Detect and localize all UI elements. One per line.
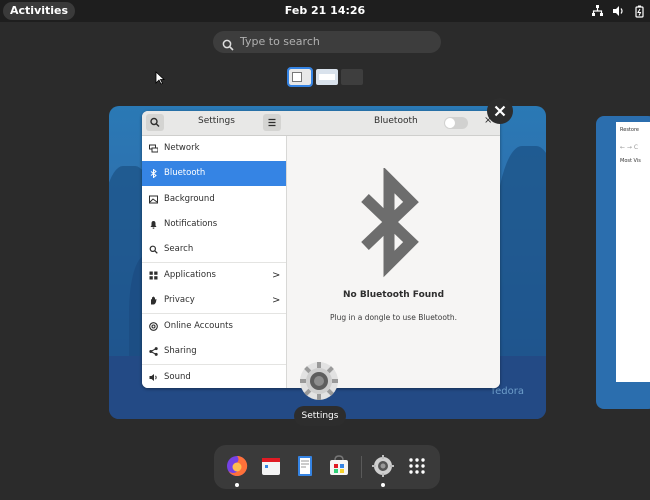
- sidebar-item-label: Bluetooth: [164, 168, 206, 178]
- settings-icon[interactable]: [371, 454, 395, 487]
- toggle-knob: [445, 118, 455, 128]
- workspace-thumbnail-3[interactable]: [341, 69, 363, 85]
- sidebar-item-applications[interactable]: Applications >: [142, 263, 286, 288]
- battery-icon: [633, 3, 646, 18]
- search-button[interactable]: [146, 114, 164, 131]
- sidebar-item-label: Sound: [164, 372, 191, 382]
- workspace-window-preview: [319, 74, 335, 80]
- top-bar: Activities Feb 21 14:26: [0, 0, 650, 22]
- bluetooth-icon: [150, 169, 157, 178]
- sidebar-item-sound[interactable]: Sound: [142, 365, 286, 388]
- search-icon: [150, 117, 160, 127]
- sidebar-item-online-accounts[interactable]: Online Accounts: [142, 314, 286, 339]
- search-icon: [149, 245, 158, 254]
- sidebar-item-sharing[interactable]: Sharing: [142, 339, 286, 364]
- chevron-right-icon: >: [272, 295, 281, 306]
- close-window-button[interactable]: [487, 98, 513, 124]
- network-icon: [591, 3, 604, 17]
- running-indicator: [381, 483, 385, 487]
- sidebar-item-bluetooth[interactable]: Bluetooth: [142, 161, 286, 186]
- hamburger-menu-icon: [268, 118, 276, 127]
- firefox-icon[interactable]: [225, 454, 249, 487]
- browser-tab-title: Restore: [620, 127, 639, 133]
- hand-icon: [151, 296, 157, 305]
- bell-icon: [150, 221, 157, 229]
- settings-app-icon: [297, 359, 341, 403]
- header-bar: Settings Bluetooth ×: [142, 111, 500, 136]
- sidebar-item-search[interactable]: Search: [142, 237, 286, 262]
- chevron-right-icon: >: [272, 270, 281, 281]
- volume-icon: [612, 3, 625, 17]
- sidebar-item-label: Background: [164, 194, 215, 204]
- dock-separator: [361, 456, 362, 478]
- empty-state-subtitle: Plug in a dongle to use Bluetooth.: [329, 313, 458, 322]
- browser-page: Restore ← → C Most Vis: [616, 122, 650, 382]
- workspace-thumbnail-2[interactable]: [316, 69, 338, 85]
- sidebar-item-label: Notifications: [164, 219, 218, 229]
- share-icon: [149, 347, 158, 356]
- browser-most-visited: Most Vis: [620, 158, 641, 164]
- workspace-thumbnail-1[interactable]: [287, 67, 313, 87]
- menu-button[interactable]: [263, 114, 281, 131]
- window-caption: Settings: [294, 406, 346, 426]
- panel-title: Bluetooth: [374, 116, 418, 126]
- sidebar-item-label: Search: [164, 244, 194, 254]
- window-preview-browser[interactable]: Restore ← → C Most Vis: [596, 116, 650, 409]
- bluetooth-icon: [359, 166, 423, 282]
- dash-dock: [214, 445, 440, 489]
- sound-icon: [149, 374, 157, 381]
- sidebar-item-label: Applications: [164, 270, 216, 280]
- empty-state-title: No Bluetooth Found: [342, 290, 445, 300]
- sidebar-item-background[interactable]: Background: [142, 187, 286, 212]
- show-apps-icon[interactable]: [405, 454, 429, 478]
- network-icon: [149, 144, 158, 153]
- calendar-icon[interactable]: [259, 454, 283, 478]
- sidebar-title: Settings: [198, 116, 235, 126]
- text-editor-icon[interactable]: [293, 454, 317, 478]
- software-icon[interactable]: [327, 454, 351, 478]
- search-placeholder: Type to search: [240, 35, 320, 48]
- at-icon: [149, 322, 158, 331]
- sidebar-item-network[interactable]: Network: [142, 136, 286, 161]
- search-input[interactable]: Type to search: [213, 31, 441, 53]
- sidebar-item-label: Privacy: [164, 295, 195, 305]
- sidebar-item-label: Sharing: [164, 346, 197, 356]
- search-icon: [222, 36, 234, 51]
- bluetooth-toggle[interactable]: [444, 117, 468, 129]
- mouse-cursor-icon: [155, 70, 166, 89]
- grid-icon: [149, 271, 158, 280]
- sidebar-item-privacy[interactable]: Privacy >: [142, 288, 286, 313]
- background-icon: [149, 195, 158, 204]
- bluetooth-panel: No Bluetooth Found Plug in a dongle to u…: [287, 136, 500, 388]
- workspace-window-preview: [292, 72, 302, 82]
- close-icon: [494, 105, 506, 117]
- browser-nav-buttons: ← → C: [620, 144, 639, 151]
- sidebar-item-notifications[interactable]: Notifications: [142, 212, 286, 237]
- system-status-area[interactable]: [591, 3, 646, 18]
- running-indicator: [235, 483, 239, 487]
- settings-sidebar: Network Bluetooth Background Notificatio…: [142, 136, 287, 388]
- clock[interactable]: Feb 21 14:26: [0, 4, 650, 17]
- settings-window[interactable]: Settings Bluetooth × Network Bluetooth B…: [142, 111, 500, 388]
- sidebar-item-label: Online Accounts: [164, 321, 233, 331]
- sidebar-item-label: Network: [164, 143, 200, 153]
